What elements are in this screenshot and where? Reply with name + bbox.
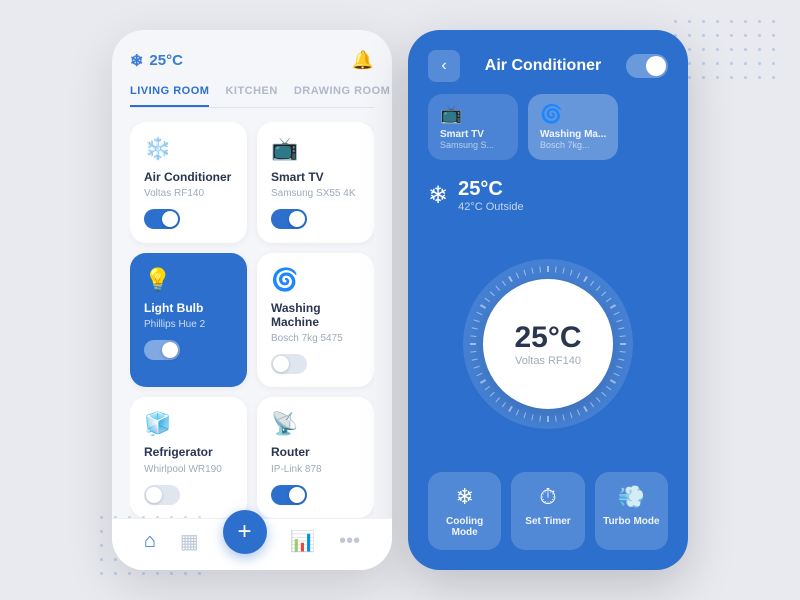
fab-add-button[interactable]: + [223,510,267,554]
weather-row: ❄ 25°C 42°C Outside [408,174,688,229]
timer-label: Set Timer [525,516,570,527]
temperature-display: ❄ 25°C [130,51,183,71]
tv-icon: 📺 [271,136,360,162]
weather-outside: 42°C Outside [458,201,524,213]
timer-icon: ⏱ [539,484,556,510]
device-card-router[interactable]: 📡 Router IP-Link 878 [257,397,374,518]
washer-sub: Bosch 7kg 5475 [271,333,360,344]
tv-sub: Samsung SX55 4K [271,188,360,199]
dial-inner: 25°C Voltas RF140 [483,279,613,409]
chart-nav-icon[interactable]: 📊 [290,529,315,554]
tab-kitchen[interactable]: KITCHEN [225,85,277,107]
devices-grid: ❄️ Air Conditioner Voltas RF140 📺 Smart … [130,122,374,518]
weather-snow-icon: ❄ [428,181,448,210]
weather-temp: 25°C [458,178,524,201]
ac-icon: ❄️ [144,136,233,162]
header-temp: 25°C [149,52,183,69]
calendar-nav-icon[interactable]: ▦ [180,529,199,554]
notification-bell-icon[interactable]: 🔔 [352,50,374,71]
router-sub: IP-Link 878 [271,464,360,475]
router-name: Router [271,445,360,459]
dial-container: 25°C Voltas RF140 [408,229,688,458]
fridge-sub: Whirlpool WR190 [144,464,233,475]
timer-button[interactable]: ⏱ Set Timer [511,472,584,550]
bulb-icon: 💡 [144,267,233,293]
turbo-label: Turbo Mode [603,516,659,527]
cooling-icon: ❄ [455,484,473,510]
device-card-tv[interactable]: 📺 Smart TV Samsung SX55 4K [257,122,374,243]
bottom-nav: ⌂ ▦ + 📊 ••• [112,518,392,570]
fridge-toggle[interactable] [144,485,180,505]
ac-sub: Voltas RF140 [144,188,233,199]
home-nav-icon[interactable]: ⌂ [144,530,156,553]
device-card-ac[interactable]: ❄️ Air Conditioner Voltas RF140 [130,122,247,243]
tab-living-room[interactable]: LIVING ROOM [130,85,209,107]
bulb-name: Light Bulb [144,301,233,315]
dot-pattern-top-right [674,20,780,84]
device-strip: 📺 Smart TV Samsung S... 🌀 Washing Ma... … [408,94,688,174]
washer-toggle[interactable] [271,354,307,374]
strip-tv-icon: 📺 [440,104,506,125]
ac-name: Air Conditioner [144,170,233,184]
strip-washer-name: Washing Ma... [540,129,606,140]
dial-temperature: 25°C [514,321,581,355]
detail-title: Air Conditioner [485,57,601,75]
strip-tv-sub: Samsung S... [440,140,506,150]
device-card-fridge[interactable]: 🧊 Refrigerator Whirlpool WR190 [130,397,247,518]
bulb-toggle[interactable] [144,340,180,360]
more-nav-icon[interactable]: ••• [339,530,360,553]
ac-power-toggle[interactable] [626,54,668,78]
strip-washer-icon: 🌀 [540,104,606,125]
strip-washer-sub: Bosch 7kg... [540,140,606,150]
phone-left: ❄ 25°C 🔔 LIVING ROOM KITCHEN DRAWING ROO… [112,30,392,570]
cooling-mode-button[interactable]: ❄ Cooling Mode [428,472,501,550]
fridge-icon: 🧊 [144,411,233,437]
mode-buttons: ❄ Cooling Mode ⏱ Set Timer 💨 Turbo Mode [408,458,688,570]
strip-card-tv[interactable]: 📺 Smart TV Samsung S... [428,94,518,160]
tv-name: Smart TV [271,170,360,184]
app-container: ❄ 25°C 🔔 LIVING ROOM KITCHEN DRAWING ROO… [112,30,688,570]
tv-toggle[interactable] [271,209,307,229]
turbo-icon: 💨 [618,484,645,510]
strip-card-washer[interactable]: 🌀 Washing Ma... Bosch 7kg... [528,94,618,160]
dial-outer[interactable]: 25°C Voltas RF140 [463,259,633,429]
bulb-sub: Phillips Hue 2 [144,319,233,330]
dial-brand: Voltas RF140 [515,355,581,367]
room-tabs: LIVING ROOM KITCHEN DRAWING ROOM DINING [130,85,374,108]
router-icon: 📡 [271,411,360,437]
turbo-button[interactable]: 💨 Turbo Mode [595,472,668,550]
tab-drawing-room[interactable]: DRAWING ROOM [294,85,390,107]
fridge-name: Refrigerator [144,445,233,459]
device-card-bulb[interactable]: 💡 Light Bulb Phillips Hue 2 [130,253,247,388]
header-row: ❄ 25°C 🔔 [130,50,374,71]
washer-icon: 🌀 [271,267,360,293]
cooling-label: Cooling Mode [436,516,493,538]
ac-toggle[interactable] [144,209,180,229]
back-button[interactable]: ‹ [428,50,460,82]
detail-header: ‹ Air Conditioner [408,30,688,94]
phone-right: ‹ Air Conditioner 📺 Smart TV Samsung S..… [408,30,688,570]
router-toggle[interactable] [271,485,307,505]
strip-tv-name: Smart TV [440,129,506,140]
device-card-washer[interactable]: 🌀 Washing Machine Bosch 7kg 5475 [257,253,374,388]
snowflake-icon: ❄ [130,51,143,71]
washer-name: Washing Machine [271,301,360,330]
